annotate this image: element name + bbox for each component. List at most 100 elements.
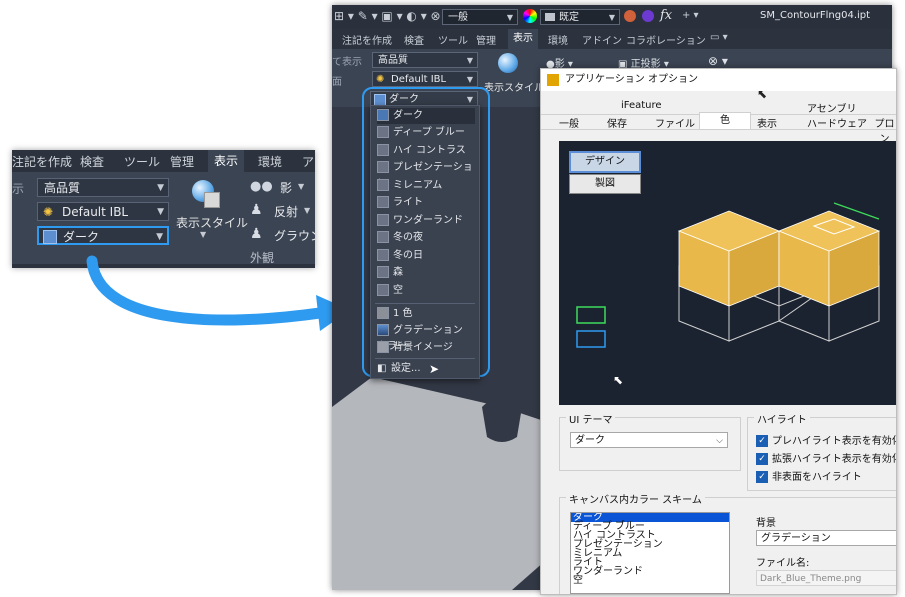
tab-inspect[interactable]: 検査 (80, 153, 104, 170)
dropdown-item-gradient[interactable]: グラデーション カラー (377, 323, 475, 352)
checkmark-icon: ✓ (756, 435, 768, 447)
tab-addins[interactable]: アドイン (582, 32, 622, 47)
mouse-cursor-icon: ➤ (429, 362, 440, 376)
tab-display[interactable]: 表示 (757, 115, 777, 130)
sun-icon: ✺ (43, 205, 54, 219)
tab-addin[interactable]: ア (302, 153, 314, 170)
dialog-tab-row-2: 一般 保存 ファイル 色 表示 ハードウェア プロン (541, 112, 896, 145)
tab-file[interactable]: ファイル (655, 115, 695, 130)
dropdown-item-winter-night[interactable]: 冬の夜 (377, 230, 475, 246)
ground-icon[interactable]: ⊗ ▾ (708, 54, 728, 68)
filename-field[interactable]: Dark_Blue_Theme.png (756, 570, 896, 586)
tab-annotate[interactable]: 注記を作成 (12, 153, 72, 170)
gradient-icon (377, 324, 389, 336)
checkmark-icon: ✓ (756, 471, 768, 483)
list-item[interactable]: 空 (571, 576, 729, 586)
filename-label: ファイル名: (756, 558, 810, 569)
tab-tools[interactable]: ツール (438, 32, 468, 47)
ibl-combo[interactable]: ✺ Default IBL ▼ (372, 71, 478, 87)
tab-tools[interactable]: ツール (124, 153, 160, 170)
tab-ifeature[interactable]: iFeature (621, 100, 662, 111)
ground-plane-button[interactable]: ♟ グラウント (250, 226, 315, 245)
dropdown-item-settings[interactable]: ◧ 設定... (377, 361, 475, 377)
dropdown-item-presentation[interactable]: プレゼンテーション (377, 160, 475, 189)
theme-swatch-icon (377, 126, 389, 138)
background-select[interactable]: グラデーション (756, 530, 896, 546)
select-value: ダーク (575, 435, 605, 446)
appearance-color-icon[interactable] (523, 9, 537, 23)
tab-inspect[interactable]: 検査 (404, 32, 424, 47)
select-value: グラデーション (761, 533, 831, 544)
dropdown-item-forest[interactable]: 森 (377, 265, 475, 281)
visual-quality-combo[interactable]: 高品質 ▼ (37, 178, 169, 197)
clear-appearance-icon[interactable] (624, 10, 636, 22)
side-label-1: て表示 (332, 57, 362, 68)
item-label: 冬の日 (393, 250, 423, 261)
enhanced-highlight-checkbox[interactable]: ✓ 拡張ハイライト表示を有効化 (756, 450, 896, 465)
combo-value: 一般 (448, 12, 468, 23)
chevron-down-icon: ▼ (156, 232, 163, 242)
tab-collaborate[interactable]: コラボレーション (626, 32, 706, 47)
chevron-down-icon: ▼ (506, 13, 513, 22)
ground-label: グラウント (274, 229, 315, 243)
reflection-button[interactable]: ♟ 反射 ▼ (250, 202, 315, 221)
tab-extra-icon[interactable]: ▭ ▾ (710, 32, 728, 43)
group-title: キャンバス内カラー スキーム (566, 491, 705, 506)
swatch-icon (545, 13, 555, 21)
theme-swatch-icon (377, 249, 389, 261)
ibl-combo[interactable]: ✺ Default IBL ▼ (37, 202, 169, 221)
dropdown-item-one-color[interactable]: 1 色 (377, 306, 475, 322)
zoomed-ribbon-snippet: 注記を作成 検査 ツール 管理 表示 環境 ア 示 高品質 ▼ ✺ Default… (12, 150, 315, 268)
tab-annotate[interactable]: 注記を作成 (342, 32, 392, 47)
visual-quality-combo[interactable]: 高品質 ▼ (372, 52, 478, 68)
material-combo[interactable]: 一般 ▼ (442, 9, 518, 25)
item-label: ライト (393, 197, 423, 208)
shadow-label: 影 (280, 181, 293, 195)
combo-value: 高品質 (44, 181, 81, 195)
dropdown-divider (375, 303, 475, 304)
tab-view[interactable]: 表示 (508, 29, 538, 49)
tab-colors[interactable]: 色 (699, 112, 751, 129)
shadow-icon: ●● (250, 179, 273, 194)
tab-view[interactable]: 表示 (208, 150, 245, 172)
tab-save[interactable]: 保存 (607, 115, 627, 130)
sun-icon: ✺ (376, 74, 385, 85)
dropdown-item-winter-day[interactable]: 冬の日 (377, 248, 475, 264)
parameters-fx-icon[interactable]: fx (660, 8, 672, 23)
more-icon[interactable]: + ▾ (682, 10, 699, 21)
dropdown-item-sky[interactable]: 空 (377, 283, 475, 299)
tab-manage[interactable]: 管理 (170, 153, 194, 170)
color-scheme-list[interactable]: ダーク ディープ ブルー ハイ コントラスト プレゼンテーション ミレニアム ラ… (570, 512, 730, 594)
dropdown-item-background-image[interactable]: 背景イメージ (377, 340, 475, 356)
theme-swatch-icon (377, 161, 389, 173)
appearance-combo[interactable]: 既定 ▼ (540, 9, 620, 25)
item-label: ミレニアム (393, 180, 443, 191)
dropdown-item-deep-blue[interactable]: ディープ ブルー (377, 125, 475, 141)
dropdown-item-wonderland[interactable]: ワンダーランド (377, 213, 475, 229)
combo-value: 高品質 (378, 55, 408, 66)
chevron-down-icon: ▼ (466, 75, 473, 84)
shadow-button[interactable]: ●● 影 ▼ (250, 179, 315, 197)
dropdown-item-high-contrast[interactable]: ハイ コントラスト (377, 143, 475, 172)
ui-theme-select[interactable]: ダーク ⌵ (570, 432, 728, 448)
adjust-appearance-icon[interactable] (642, 10, 654, 22)
tab-general[interactable]: 一般 (559, 115, 579, 130)
display-style-button[interactable]: 表示スタイル ▼ (174, 176, 248, 246)
color-scheme-dropdown: ダーク ディープ ブルー ハイ コントラスト プレゼンテーション ミレニアム ラ… (370, 105, 480, 379)
item-label: ワンダーランド (393, 215, 463, 226)
tab-assembly[interactable]: アセンブリ (807, 100, 857, 115)
preview-model (576, 202, 881, 348)
tab-manage[interactable]: 管理 (476, 32, 496, 47)
tab-hardware[interactable]: ハードウェア (807, 115, 867, 130)
tab-environment[interactable]: 環境 (548, 32, 568, 47)
toolbar-icon-group[interactable]: ⊞ ▾ ✎ ▾ ▣ ▾ ◐ ▾ ⊗ (334, 9, 441, 23)
highlight-nonsurface-checkbox[interactable]: ✓ 非表面をハイライト (756, 468, 862, 483)
prehighlight-checkbox[interactable]: ✓ プレハイライト表示を有効化 (756, 432, 896, 447)
dropdown-item-millennium[interactable]: ミレニアム (377, 178, 475, 194)
one-color-icon (377, 307, 389, 319)
dropdown-item-dark[interactable]: ダーク (377, 108, 475, 124)
tab-environment[interactable]: 環境 (258, 153, 282, 170)
color-scheme-combo[interactable]: ダーク ▼ (37, 226, 169, 245)
list-item[interactable]: ワンダーランド (571, 567, 729, 577)
dropdown-item-light[interactable]: ライト (377, 195, 475, 211)
